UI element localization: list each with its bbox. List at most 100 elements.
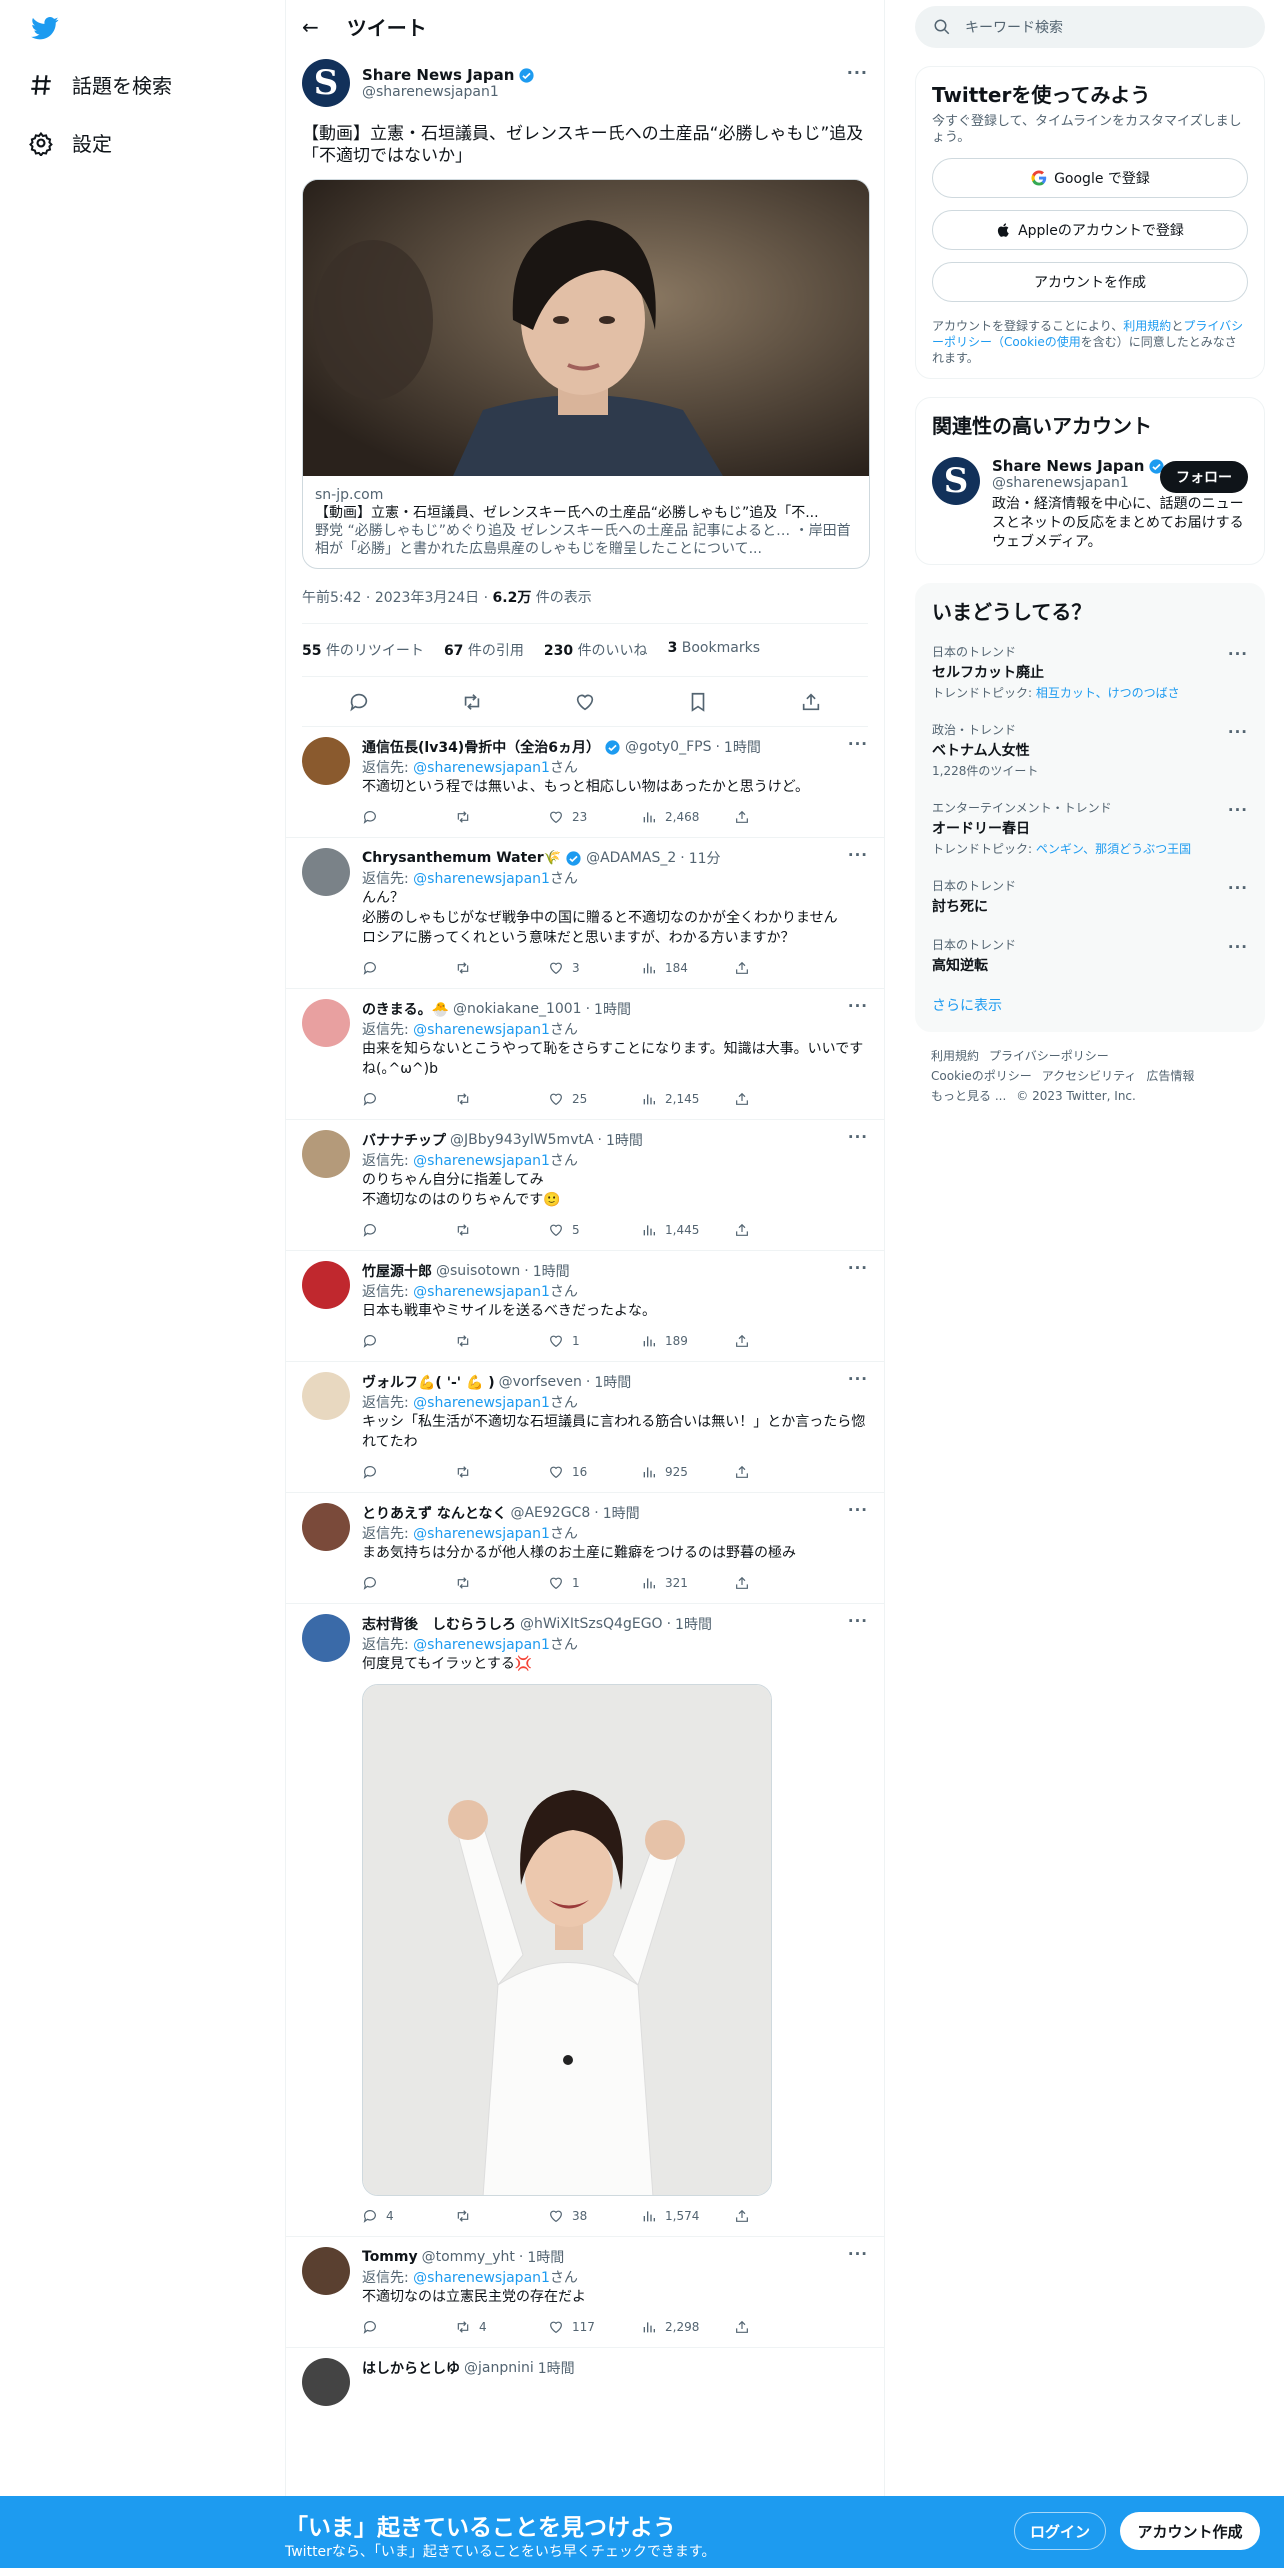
table-row[interactable]: 志村背後 しむらうしろ @hWiXItSzsQ4gEGO · 1時間 返信先: @sha… [286, 1604, 884, 2237]
follow-button[interactable]: フォロー [1160, 461, 1248, 493]
more-options-icon[interactable]: ··· [847, 63, 868, 82]
more-options-icon[interactable]: ··· [1228, 723, 1248, 741]
signup-button[interactable]: アカウント作成 [1120, 2512, 1260, 2550]
retweet-button[interactable] [455, 1222, 548, 1238]
avatar[interactable] [302, 2247, 350, 2295]
like-stat[interactable]: 230 件のいいね [544, 640, 648, 660]
reply-time[interactable]: 1時間 [533, 1261, 570, 1281]
avatar[interactable] [302, 1614, 350, 1662]
retweet-button[interactable] [455, 960, 548, 976]
google-signup-button[interactable]: Google で登録 [932, 158, 1248, 198]
link-card[interactable]: sn-jp.com 【動画】立憲・石垣議員、ゼレンスキー氏への土産品“必勝しゃも… [302, 179, 870, 569]
avatar[interactable] [302, 1372, 350, 1420]
avatar[interactable] [302, 848, 350, 896]
nav-settings[interactable]: 設定 [28, 128, 112, 157]
footer-more[interactable]: もっと見る ... [931, 1089, 1006, 1103]
like-button[interactable]: 23 [548, 809, 641, 825]
table-row[interactable]: Tommy @tommy_yht · 1時間 返信先: @sharenewsjapan1… [286, 2237, 884, 2348]
views-button[interactable]: 925 [641, 1464, 734, 1480]
like-button[interactable]: 38 [548, 2208, 641, 2224]
table-row[interactable]: 通信伍長(lv34)骨折中（全治6ヵ月） @goty0_FPS · 1時間 返信先: @… [286, 727, 884, 838]
reply-button[interactable] [362, 809, 455, 825]
table-row[interactable]: バナナチップ @JBby943ylW5mvtA · 1時間 返信先: @sharenew… [286, 1120, 884, 1251]
reply-author-name[interactable]: Chrysanthemum Water🌾 [362, 850, 561, 866]
reply-button[interactable] [362, 1575, 455, 1591]
share-button[interactable] [734, 960, 827, 976]
table-row[interactable]: ヴォルフ💪( '-' 💪 ) @vorfseven · 1時間 返信先: @sharen… [286, 1362, 884, 1493]
table-row[interactable]: はしからとしゆ @janpnini 1時間 [286, 2348, 884, 2406]
footer-privacy[interactable]: プライバシーポリシー [989, 1049, 1109, 1063]
avatar[interactable] [302, 1503, 350, 1551]
reply-author-name[interactable]: 志村背後 しむらうしろ [362, 1614, 516, 1634]
share-button[interactable] [734, 1333, 827, 1349]
reply-icon[interactable] [348, 691, 370, 713]
share-button[interactable] [734, 2208, 827, 2224]
reply-to-handle[interactable]: @sharenewsjapan1 [413, 871, 550, 887]
reply-author-name[interactable]: とりあえず なんとなく [362, 1503, 506, 1523]
more-options-icon[interactable]: ··· [848, 2245, 868, 2263]
retweet-button[interactable] [455, 1091, 548, 1107]
retweet-button[interactable]: 4 [455, 2319, 548, 2335]
share-button[interactable] [734, 2319, 827, 2335]
reply-time[interactable]: 1時間 [594, 1372, 631, 1392]
more-options-icon[interactable]: ··· [848, 735, 868, 753]
like-icon[interactable] [574, 691, 596, 713]
reply-to-handle[interactable]: @sharenewsjapan1 [413, 1153, 550, 1169]
avatar[interactable]: S [932, 457, 980, 505]
like-button[interactable]: 25 [548, 1091, 641, 1107]
reply-author-name[interactable]: ヴォルフ💪( '-' 💪 ) [362, 1372, 495, 1392]
table-row[interactable]: Chrysanthemum Water🌾 @ADAMAS_2 · 11分 返信先: @s… [286, 838, 884, 989]
bookmark-stat[interactable]: 3 Bookmarks [668, 640, 760, 660]
bookmark-icon[interactable] [687, 691, 709, 713]
footer-cookie[interactable]: Cookieのポリシー [931, 1069, 1032, 1083]
share-button[interactable] [734, 1575, 827, 1591]
reply-author-name[interactable]: のきまる。🐣 [362, 999, 449, 1019]
reply-time[interactable]: 1時間 [594, 999, 631, 1019]
reply-time[interactable]: 11分 [689, 848, 721, 868]
views-button[interactable]: 1,445 [641, 1222, 734, 1238]
like-button[interactable]: 3 [548, 960, 641, 976]
reply-to-handle[interactable]: @sharenewsjapan1 [413, 760, 550, 776]
quote-stat[interactable]: 67 件の引用 [444, 640, 524, 660]
author-name[interactable]: Share News Japan [362, 66, 535, 84]
reply-time[interactable]: 1時間 [675, 1614, 712, 1634]
reply-to-handle[interactable]: @sharenewsjapan1 [413, 1395, 550, 1411]
views-button[interactable]: 321 [641, 1575, 734, 1591]
more-options-icon[interactable]: ··· [848, 1259, 868, 1277]
tweet-date[interactable]: 2023年3月24日 [375, 590, 479, 606]
table-row[interactable]: 竹屋源十郎 @suisotown · 1時間 返信先: @sharenewsjapan1… [286, 1251, 884, 1362]
retweet-button[interactable] [455, 809, 548, 825]
retweet-button[interactable] [455, 1464, 548, 1480]
avatar[interactable] [302, 1261, 350, 1309]
like-button[interactable]: 16 [548, 1464, 641, 1480]
reply-time[interactable]: 1時間 [527, 2247, 564, 2267]
footer-terms[interactable]: 利用規約 [931, 1049, 979, 1063]
twitter-logo-icon[interactable] [28, 14, 62, 42]
more-options-icon[interactable]: ··· [1228, 938, 1248, 956]
reply-to-handle[interactable]: @sharenewsjapan1 [413, 1284, 550, 1300]
reply-button[interactable] [362, 960, 455, 976]
table-row[interactable]: のきまる。🐣 @nokiakane_1001 · 1時間 返信先: @sharenews… [286, 989, 884, 1120]
reply-author-name[interactable]: はしからとしゆ [362, 2358, 460, 2378]
more-options-icon[interactable]: ··· [1228, 645, 1248, 663]
avatar[interactable] [302, 737, 350, 785]
retweet-button[interactable] [455, 1575, 548, 1591]
more-options-icon[interactable]: ··· [1228, 801, 1248, 819]
like-button[interactable]: 1 [548, 1333, 641, 1349]
reply-button[interactable] [362, 1222, 455, 1238]
reply-to-handle[interactable]: @sharenewsjapan1 [413, 2270, 550, 2286]
reply-to-handle[interactable]: @sharenewsjapan1 [413, 1022, 550, 1038]
more-options-icon[interactable]: ··· [848, 1370, 868, 1388]
share-button[interactable] [734, 809, 827, 825]
avatar[interactable]: S [302, 59, 350, 107]
footer-ads[interactable]: 広告情報 [1146, 1069, 1194, 1083]
more-options-icon[interactable]: ··· [848, 1128, 868, 1146]
related-account[interactable]: S Share News Japan @sharenewsjapan1 政治・経… [932, 457, 1248, 552]
reply-to-handle[interactable]: @sharenewsjapan1 [413, 1637, 550, 1653]
footer-accessibility[interactable]: アクセシビリティ [1042, 1069, 1137, 1083]
views-button[interactable]: 2,298 [641, 2319, 734, 2335]
retweet-stat[interactable]: 55 件のリツイート [302, 640, 424, 660]
reply-photo[interactable] [362, 1684, 772, 2196]
reply-button[interactable] [362, 2319, 455, 2335]
trend-item[interactable]: 政治・トレンド ベトナム人女性 1,228件のツイート ··· [932, 711, 1248, 789]
